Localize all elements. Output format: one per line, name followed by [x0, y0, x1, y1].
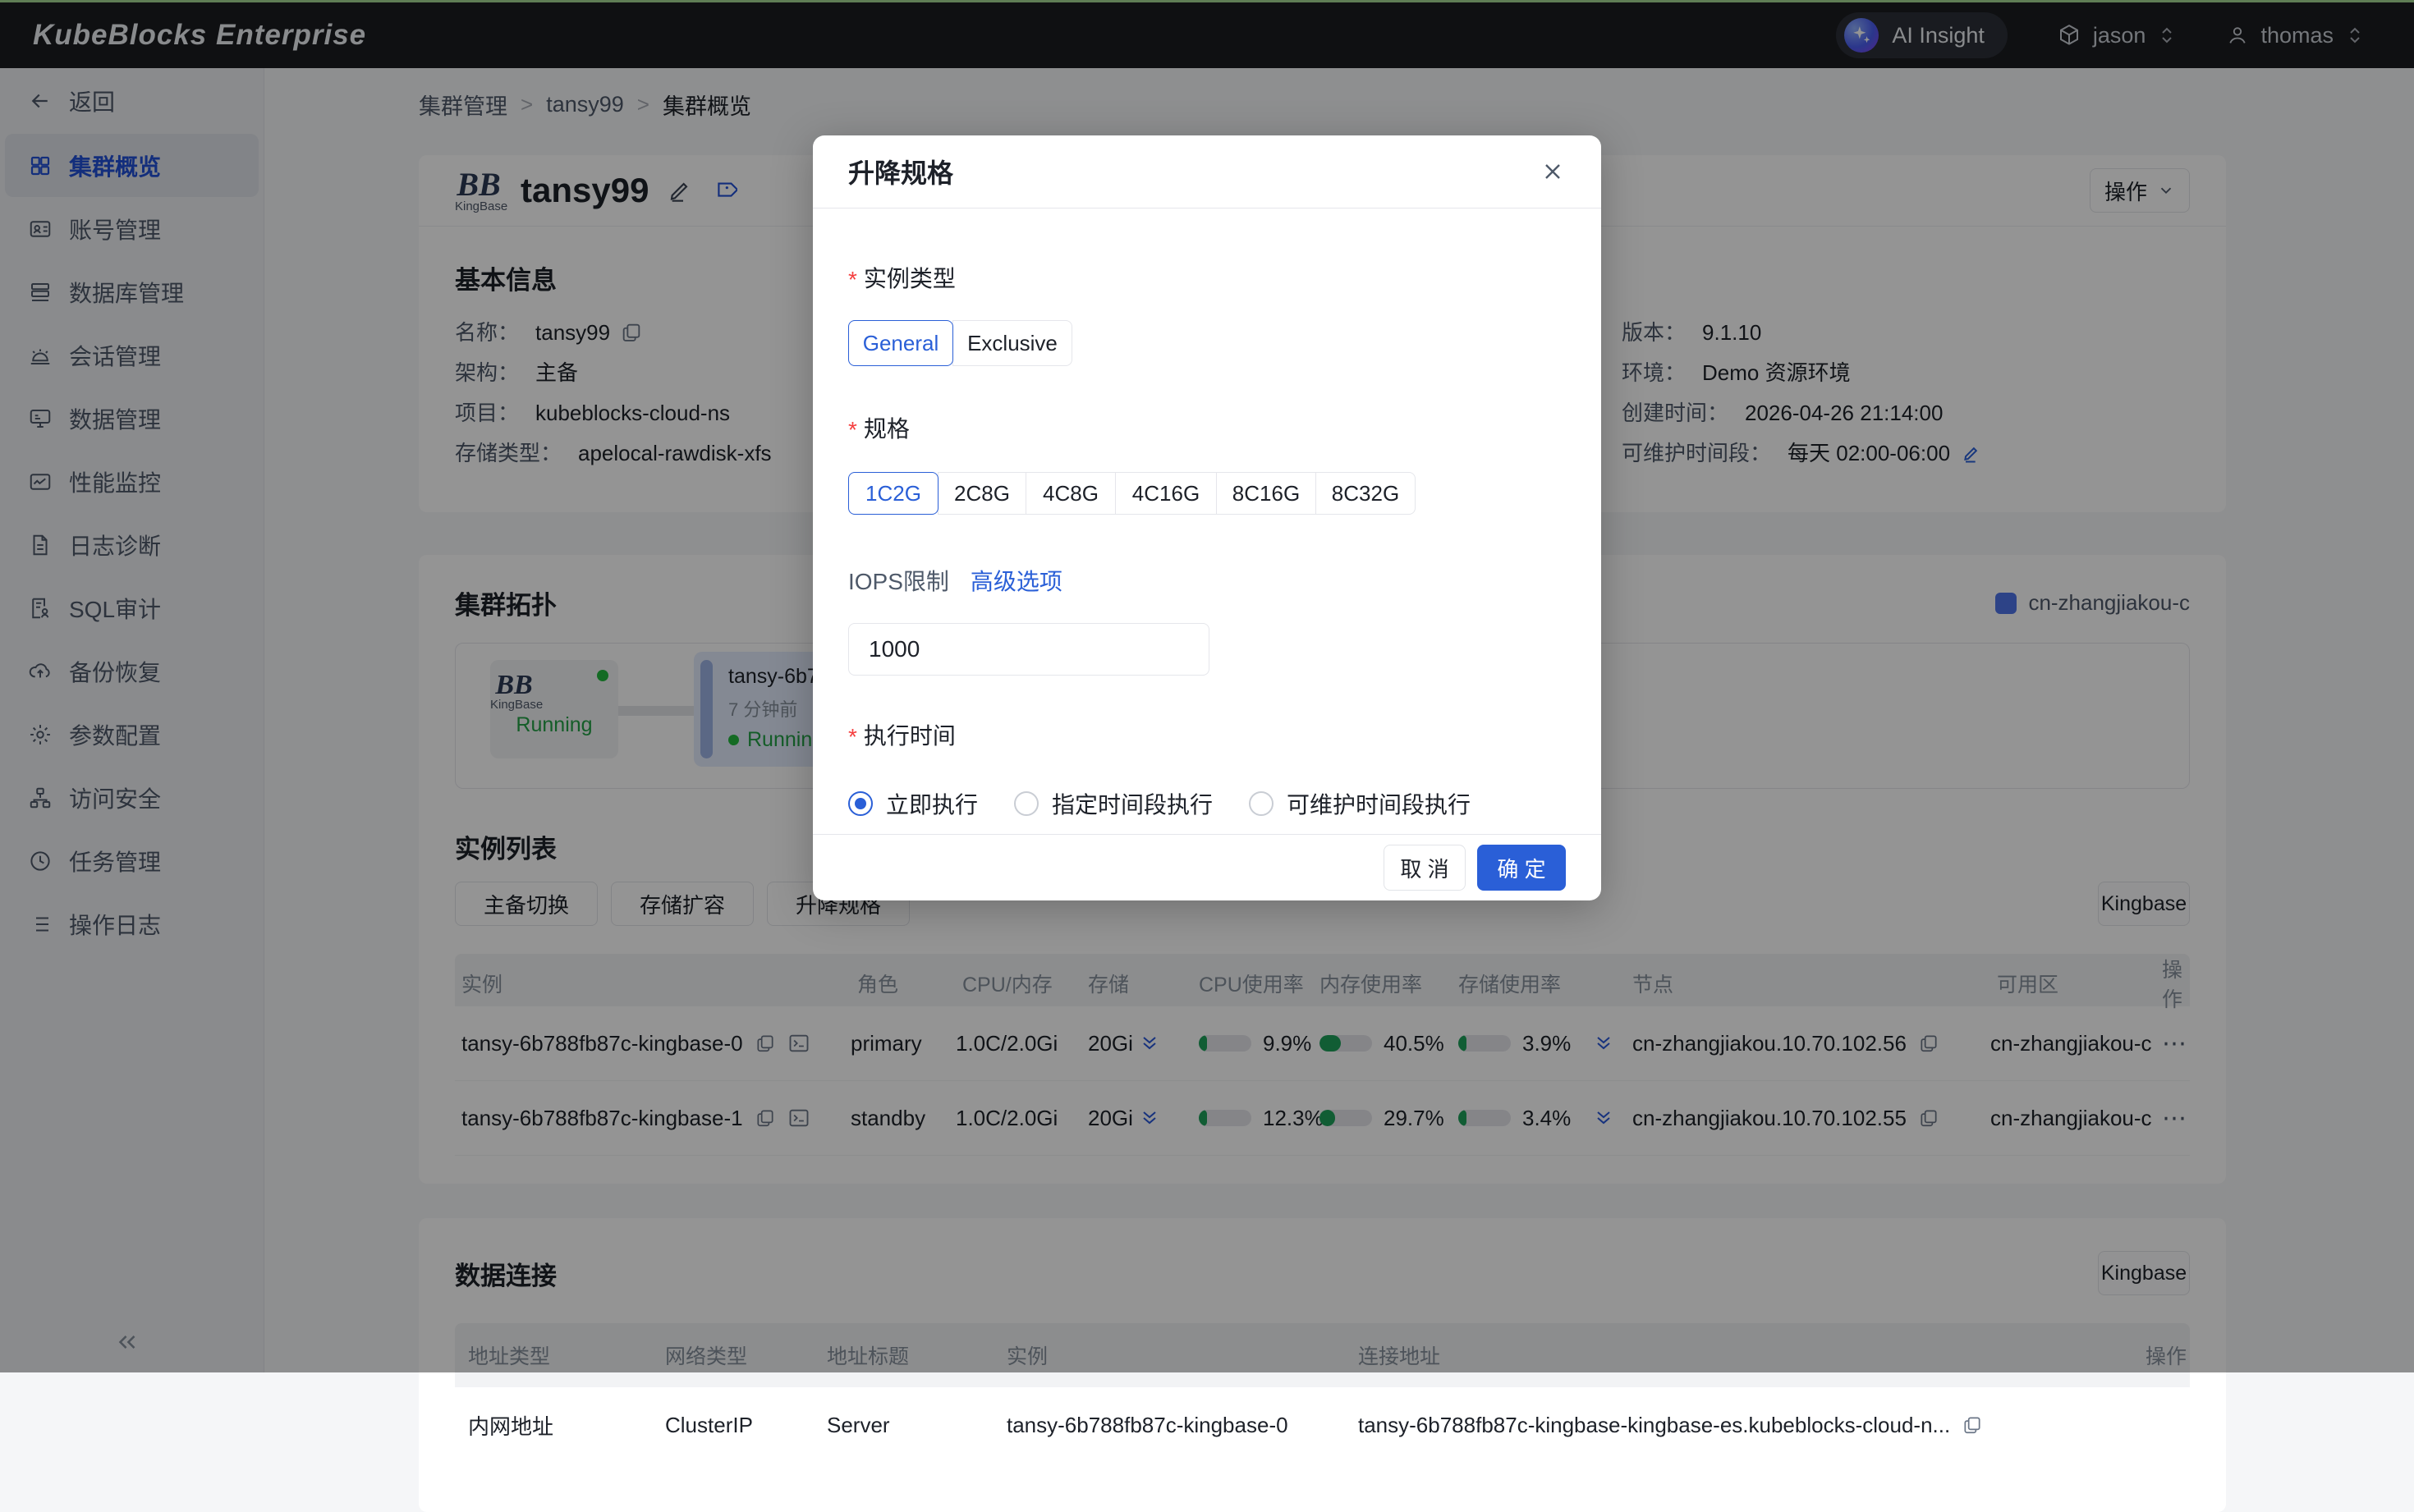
radio-execute-now[interactable]: 立即执行: [848, 787, 978, 820]
required-marker: *: [848, 267, 857, 293]
required-marker: *: [848, 417, 857, 443]
instance-type-label: 实例类型: [864, 261, 956, 294]
close-icon[interactable]: [1540, 158, 1566, 185]
modal-body: * 实例类型 General Exclusive * 规格 1C2G 2C8G …: [813, 261, 1601, 820]
spec-option-4c16g[interactable]: 4C16G: [1115, 472, 1217, 515]
confirm-button[interactable]: 确 定: [1477, 845, 1566, 891]
required-marker: *: [848, 724, 857, 750]
radio-icon: [1014, 791, 1039, 816]
iops-label: IOPS限制: [848, 564, 949, 597]
connection-address: tansy-6b788fb87c-kingbase-kingbase-es.ku…: [1358, 1413, 1950, 1438]
copy-icon[interactable]: [1962, 1414, 1983, 1436]
radio-icon: [1249, 791, 1274, 816]
instance-type-option-general[interactable]: General: [848, 320, 953, 366]
advanced-options-link[interactable]: 高级选项: [971, 564, 1062, 597]
address-type: 内网地址: [455, 1410, 652, 1441]
spec-option-4c8g[interactable]: 4C8G: [1026, 472, 1116, 515]
radio-scheduled-window[interactable]: 指定时间段执行: [1014, 787, 1213, 820]
instance-type-option-exclusive[interactable]: Exclusive: [952, 320, 1072, 366]
iops-input[interactable]: [848, 623, 1209, 676]
spec-label-row: * 规格: [848, 411, 1566, 444]
connection-instance: tansy-6b788fb87c-kingbase-0: [994, 1413, 1345, 1438]
spec-option-8c32g[interactable]: 8C32G: [1315, 472, 1416, 515]
instance-type-label-row: * 实例类型: [848, 261, 1566, 294]
modal-title: 升降规格: [848, 153, 953, 190]
network-type: ClusterIP: [652, 1413, 814, 1438]
cancel-button[interactable]: 取 消: [1384, 845, 1466, 891]
spec-segmented: 1C2G 2C8G 4C8G 4C16G 8C16G 8C32G: [848, 472, 1566, 515]
connection-row: 内网地址 ClusterIP Server tansy-6b788fb87c-k…: [455, 1387, 2190, 1463]
modal-footer: 取 消 确 定: [813, 834, 1601, 900]
resize-spec-modal: 升降规格 * 实例类型 General Exclusive * 规格 1C2G …: [813, 135, 1601, 900]
exec-time-label: 执行时间: [864, 718, 956, 751]
exec-time-label-row: * 执行时间: [848, 718, 1566, 751]
modal-header: 升降规格: [813, 135, 1601, 208]
instance-type-segmented: General Exclusive: [848, 320, 1566, 366]
radio-icon: [848, 791, 873, 816]
spec-option-8c16g[interactable]: 8C16G: [1216, 472, 1316, 515]
address-title: Server: [814, 1413, 994, 1438]
exec-time-radios: 立即执行 指定时间段执行 可维护时间段执行: [848, 787, 1566, 820]
iops-label-row: IOPS限制 高级选项: [848, 564, 1566, 597]
spec-option-1c2g[interactable]: 1C2G: [848, 472, 939, 515]
radio-maintenance-window[interactable]: 可维护时间段执行: [1249, 787, 1471, 820]
spec-label: 规格: [864, 411, 910, 444]
spec-option-2c8g[interactable]: 2C8G: [938, 472, 1026, 515]
